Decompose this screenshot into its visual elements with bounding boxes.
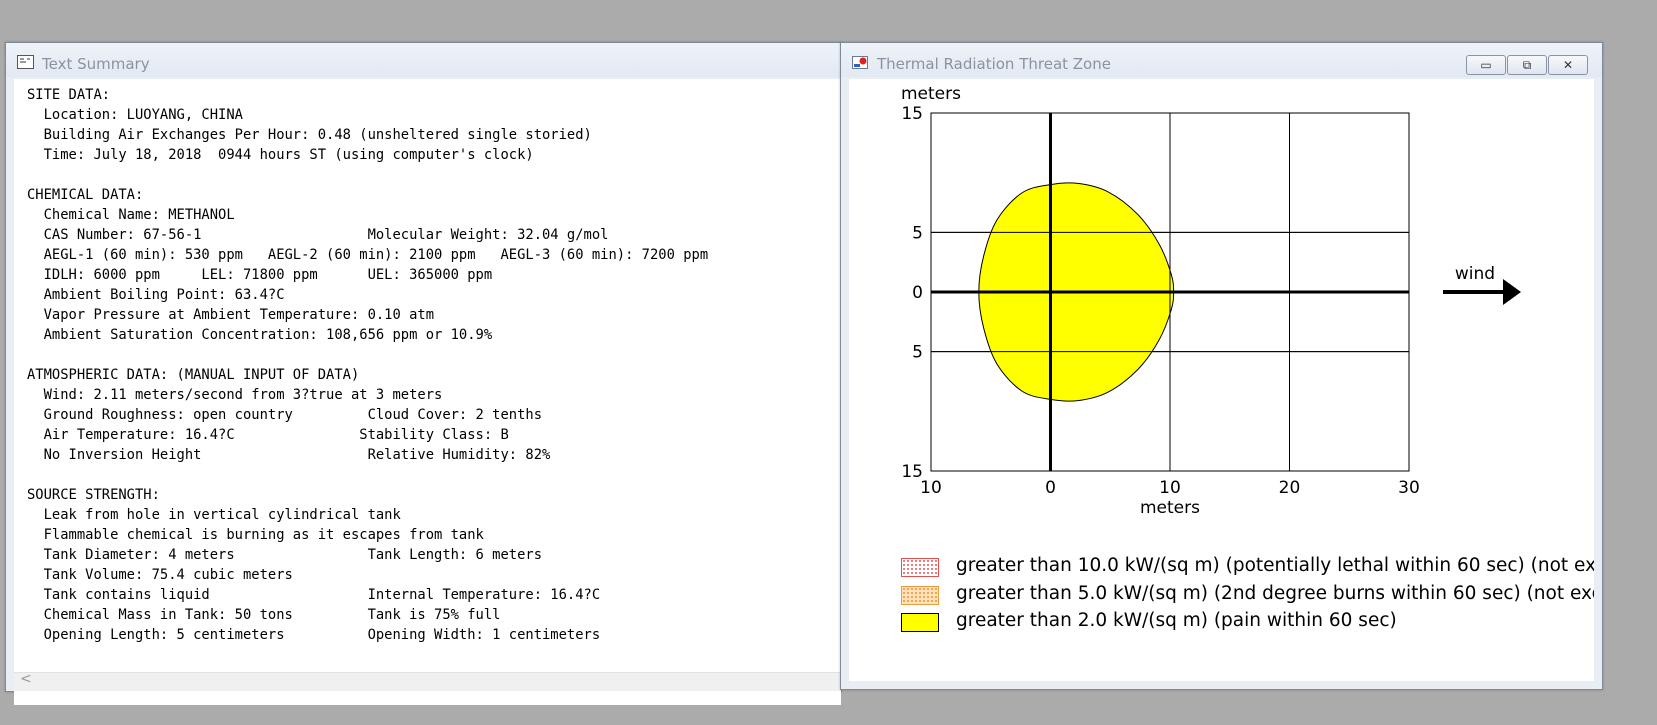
y-tick-label: 15	[901, 104, 923, 124]
x-tick-label: 10	[920, 478, 942, 498]
close-button[interactable]: ✕	[1548, 55, 1588, 75]
x-axis-label: meters	[1140, 498, 1200, 518]
wind-indicator: wind	[1443, 264, 1521, 305]
minimize-icon: ▭	[1480, 58, 1492, 72]
close-icon: ✕	[1562, 58, 1574, 72]
x-tick-label: 30	[1398, 478, 1420, 498]
restore-icon: ⧉	[1522, 58, 1532, 72]
y-tick-label: 0	[912, 283, 923, 303]
legend-swatch-orange	[901, 585, 939, 605]
threat-zone-chart: 10 0 10 20 30 15 5 0 5 15 meters meters wind	[901, 84, 1521, 518]
text-summary-content[interactable]: SITE DATA: Location: LUOYANG, CHINA Buil…	[14, 79, 841, 705]
scroll-left-arrow-icon[interactable]: <	[20, 671, 32, 687]
threat-zone-titlebar[interactable]: Thermal Radiation Threat Zone ▭ ⧉ ✕	[841, 43, 1602, 77]
legend-label: greater than 5.0 kW/(sq m) (2nd degree b…	[956, 582, 1594, 604]
x-tick-label: 10	[1159, 478, 1181, 498]
summary-text: SITE DATA: Location: LUOYANG, CHINA Buil…	[27, 87, 709, 643]
x-tick-label: 20	[1279, 478, 1301, 498]
x-tick-label: 0	[1045, 478, 1056, 498]
text-summary-window: Text Summary SITE DATA: Location: LUOYAN…	[5, 42, 842, 705]
document-icon	[17, 55, 34, 69]
wind-label: wind	[1455, 264, 1495, 284]
legend-swatch-yellow	[901, 613, 939, 632]
threat-zone-title: Thermal Radiation Threat Zone	[877, 55, 1111, 73]
y-axis-label: meters	[901, 84, 961, 104]
minimize-button[interactable]: ▭	[1466, 55, 1506, 75]
threat-zone-app-icon	[852, 56, 868, 69]
threat-zone-window: Thermal Radiation Threat Zone ▭ ⧉ ✕ 10 0 1…	[840, 42, 1603, 690]
horizontal-scrollbar[interactable]: <	[14, 671, 841, 691]
threat-zone-content: 10 0 10 20 30 15 5 0 5 15 meters meters wind great…	[849, 79, 1594, 681]
wind-arrow-icon	[1503, 279, 1521, 305]
text-summary-title: Text Summary	[42, 55, 150, 73]
restore-button[interactable]: ⧉	[1507, 55, 1547, 75]
legend-label: greater than 10.0 kW/(sq m) (potentially…	[956, 555, 1594, 576]
y-tick-label: 5	[912, 223, 923, 243]
legend-label: greater than 2.0 kW/(sq m) (pain within …	[956, 610, 1397, 631]
text-summary-titlebar[interactable]: Text Summary	[6, 43, 841, 77]
legend-swatch-red	[901, 558, 939, 577]
y-tick-label: 5	[912, 343, 923, 363]
y-tick-label: 15	[901, 462, 923, 482]
